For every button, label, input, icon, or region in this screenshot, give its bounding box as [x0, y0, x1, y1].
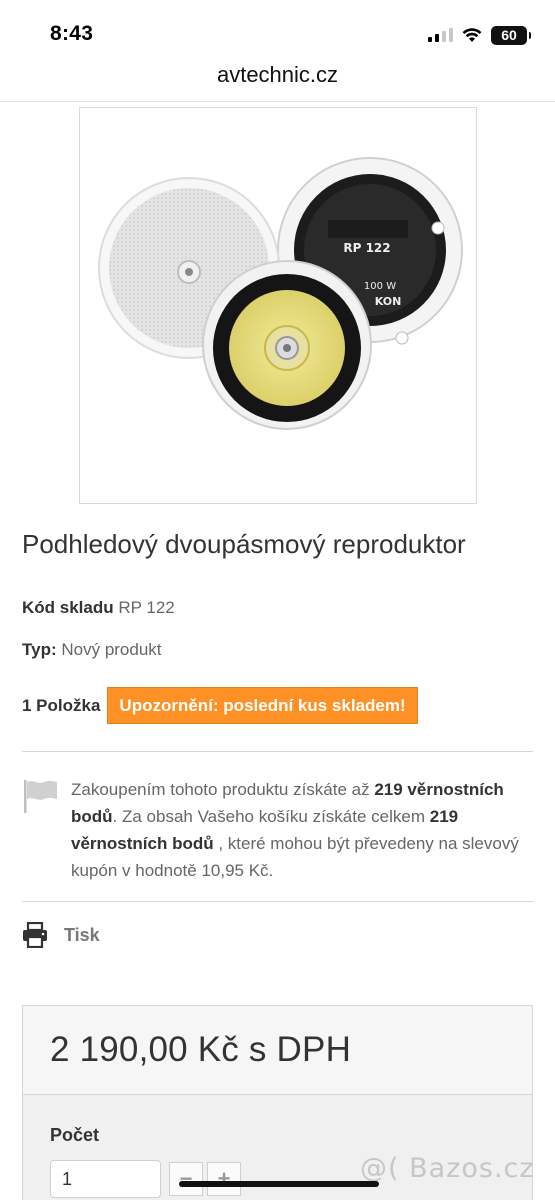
- sku-value: RP 122: [118, 598, 175, 617]
- status-time: 8:43: [50, 22, 94, 45]
- quantity-increase-button[interactable]: +: [207, 1162, 241, 1196]
- type-line: Typ: Nový produkt: [22, 640, 162, 660]
- home-indicator[interactable]: [179, 1181, 379, 1187]
- image-brand-label: KON: [375, 295, 402, 308]
- product-image[interactable]: RP 122 100 W KON: [79, 107, 477, 504]
- flag-icon: [24, 780, 57, 813]
- stock-quantity: 1 Položka: [22, 695, 101, 715]
- plus-icon: +: [217, 1166, 231, 1191]
- sku-label: Kód skladu: [22, 598, 114, 617]
- price-header: 2 190,00 Kč s DPH: [23, 1006, 532, 1095]
- quantity-decrease-button[interactable]: −: [169, 1162, 203, 1196]
- type-value: Nový produkt: [61, 640, 162, 659]
- divider: [22, 751, 533, 752]
- loyalty-info: Zakoupením tohoto produktu získáte až 21…: [22, 776, 533, 884]
- type-label: Typ:: [22, 640, 57, 659]
- minus-icon: −: [179, 1166, 193, 1191]
- status-icons: 60: [428, 22, 531, 48]
- stock-row: 1 Položka Upozornění: poslední kus sklad…: [22, 687, 418, 724]
- sku-line: Kód skladu RP 122: [22, 598, 175, 618]
- status-bar: 8:43 60: [0, 0, 555, 62]
- wifi-icon: [462, 27, 482, 42]
- divider: [22, 901, 533, 902]
- quantity-label: Počet: [50, 1125, 100, 1145]
- speaker-photo: RP 122 100 W KON: [98, 157, 463, 430]
- stock-warning-badge: Upozornění: poslední kus skladem!: [107, 687, 418, 724]
- watermark: @( Bazos.cz: [360, 1153, 535, 1184]
- address-bar[interactable]: avtechnic.cz: [0, 62, 555, 102]
- product-title: Podhledový dvoupásmový reproduktor: [22, 529, 466, 559]
- loyalty-text: Zakoupením tohoto produktu získáte až 21…: [71, 780, 519, 880]
- print-link[interactable]: Tisk: [22, 922, 100, 948]
- battery-icon: 60: [491, 25, 531, 45]
- quantity-input[interactable]: 1: [50, 1160, 161, 1198]
- cellular-signal-icon: [428, 28, 453, 42]
- product-price: 2 190,00 Kč s DPH: [50, 1030, 352, 1069]
- url-text[interactable]: avtechnic.cz: [217, 62, 338, 87]
- print-label[interactable]: Tisk: [64, 925, 100, 946]
- image-power-label: 100 W: [364, 281, 396, 292]
- printer-icon: [23, 922, 47, 948]
- image-model-label: RP 122: [343, 241, 390, 255]
